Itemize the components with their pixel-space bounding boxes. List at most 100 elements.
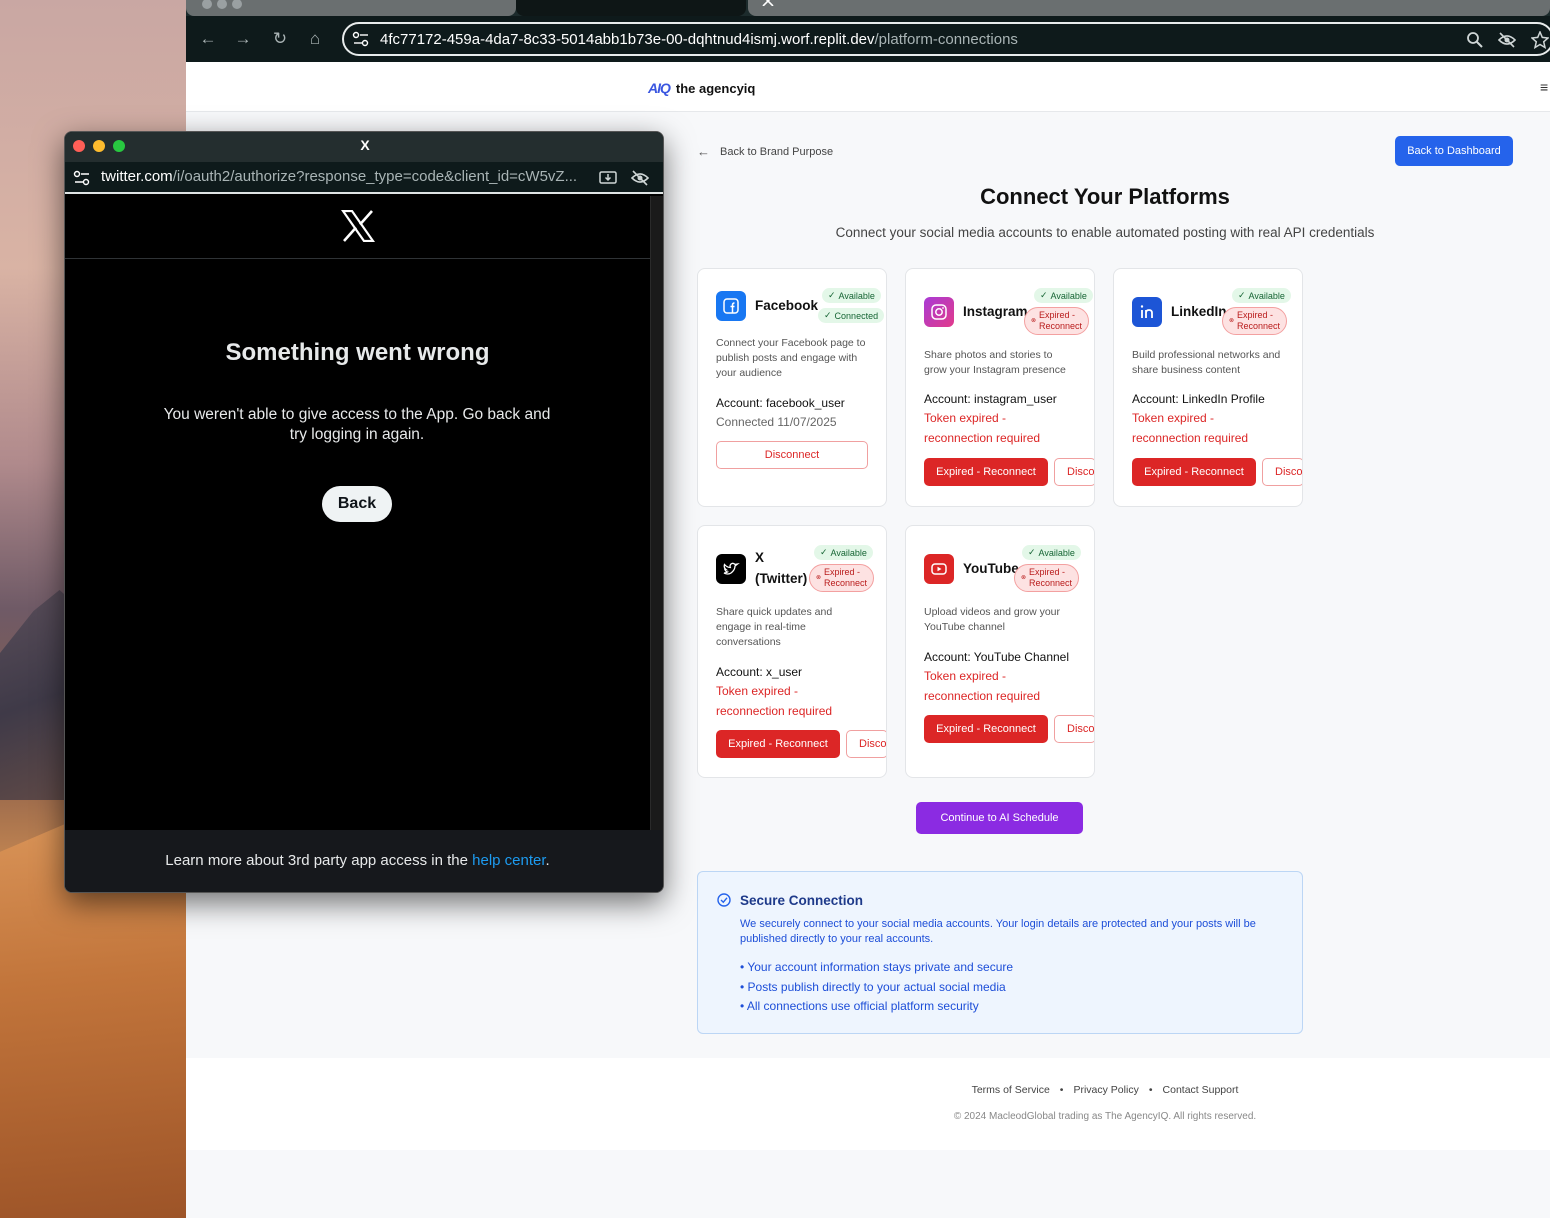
terms-link[interactable]: Terms of Service — [972, 1084, 1050, 1096]
youtube-icon — [924, 554, 954, 584]
site-settings-icon[interactable] — [352, 31, 370, 47]
secure-points-list: Your account information stays private a… — [740, 958, 1013, 1017]
back-to-dashboard-button[interactable]: Back to Dashboard — [1395, 136, 1513, 166]
continue-to-ai-schedule-button[interactable]: Continue to AI Schedule — [916, 802, 1083, 834]
page-bottom — [186, 1150, 1550, 1218]
expired-badge[interactable]: ⊗ Expired - Reconnect — [1222, 307, 1288, 335]
platform-name: Instagram — [963, 304, 1028, 319]
help-center-link[interactable]: help center — [472, 852, 545, 869]
platform-description: Share photos and stories to grow your In… — [924, 349, 1066, 376]
secure-connection-panel: Secure Connection We securely connect to… — [697, 871, 1303, 1034]
window-controls — [202, 0, 248, 9]
available-badge: ✓ Available — [814, 545, 873, 560]
facebook-icon — [716, 291, 746, 321]
forward-nav-icon[interactable]: → — [232, 28, 254, 50]
reload-icon[interactable]: ↻ — [269, 28, 291, 50]
tab-bar — [186, 0, 1550, 16]
platform-name: YouTube — [963, 561, 1019, 576]
platform-name: X (Twitter) — [755, 550, 808, 586]
footer-links: Terms of Service • Privacy Policy • Contact … — [186, 1084, 1550, 1096]
platform-card-instagram: Instagram ✓ Available ⊗ Expired - Reconnect… — [905, 268, 1095, 507]
account-label: Account: facebook_user — [716, 396, 845, 410]
check-circle-icon: ✓ — [824, 310, 832, 320]
zoom-icon[interactable] — [1466, 31, 1484, 49]
error-message: You weren't able to give access to the A… — [163, 406, 551, 443]
browser-tab-active[interactable] — [516, 0, 746, 16]
twitter-bird-icon — [716, 554, 746, 584]
disconnect-button[interactable]: Disco — [846, 730, 886, 758]
x-logo-icon — [762, 0, 774, 6]
expired-badge[interactable]: ⊗ Expired - Reconnect — [1024, 307, 1090, 335]
platform-card-youtube: YouTube ✓ Available ⊗ Expired - Reconnect U… — [905, 525, 1095, 778]
list-item: Posts publish directly to your actual so… — [740, 978, 1013, 998]
contact-link[interactable]: Contact Support — [1163, 1084, 1239, 1096]
list-item: All connections use official platform se… — [740, 997, 1013, 1017]
separator: • — [1059, 1084, 1064, 1096]
back-link-label: Back to Brand Purpose — [720, 145, 834, 158]
disconnect-button[interactable]: Disconnect — [716, 441, 868, 469]
x-logo-icon — [341, 210, 375, 242]
expired-badge[interactable]: ⊗ Expired - Reconnect — [1014, 564, 1080, 592]
secure-title: Secure Connection — [740, 893, 864, 908]
secure-description: We securely connect to your social media… — [740, 918, 1256, 945]
install-app-icon[interactable] — [599, 169, 617, 187]
check-circle-icon: ✓ — [1238, 290, 1246, 300]
platform-name: LinkedIn — [1171, 304, 1227, 319]
popup-titlebar: X — [65, 132, 663, 162]
check-circle-icon: ✓ — [828, 290, 836, 300]
logo-mark: AIQ — [648, 80, 671, 96]
available-badge: ✓ Available — [1232, 288, 1291, 303]
separator: • — [1148, 1084, 1153, 1096]
back-to-brand-purpose-link[interactable]: ← Back to Brand Purpose — [697, 144, 833, 159]
account-label: Account: YouTube Channel — [924, 650, 1070, 664]
alert-circle-icon: ⊗ — [1031, 317, 1037, 324]
alert-circle-icon: ⊗ — [1021, 574, 1027, 581]
check-circle-icon — [717, 893, 731, 907]
available-badge: ✓ Available — [1034, 288, 1093, 303]
bookmark-star-icon[interactable] — [1531, 31, 1549, 49]
address-bar[interactable]: 4fc77172-459a-4da7-8c33-5014abb1b73e-00-… — [342, 22, 1550, 56]
back-button[interactable]: Back — [322, 486, 392, 522]
popup-footer-text: Learn more about 3rd party app access in… — [165, 852, 550, 869]
platform-description: Build professional networks and share bu… — [1132, 349, 1281, 376]
reconnect-button[interactable]: Expired - Reconnect — [1132, 458, 1256, 486]
platform-description: Share quick updates and engage in real-t… — [716, 606, 833, 648]
disconnect-button[interactable]: Disco — [1054, 715, 1094, 743]
site-settings-icon[interactable] — [73, 170, 91, 186]
available-badge: ✓ Available — [1022, 545, 1081, 560]
browser-tab-3[interactable] — [748, 0, 1550, 16]
popup-scrollbar[interactable] — [650, 196, 663, 830]
alert-circle-icon: ⊗ — [1229, 317, 1235, 324]
check-circle-icon: ✓ — [820, 547, 828, 557]
available-badge: ✓ Available — [822, 288, 881, 303]
arrow-left-icon: ← — [697, 144, 710, 159]
platform-description: Connect your Facebook page to publish po… — [716, 337, 866, 379]
connection-status: Token expired - reconnection required — [716, 684, 833, 718]
eye-off-icon[interactable] — [631, 169, 649, 187]
linkedin-icon — [1132, 297, 1162, 327]
home-icon[interactable]: ⌂ — [304, 28, 326, 50]
eye-off-icon[interactable] — [1498, 31, 1516, 49]
disconnect-button[interactable]: Disco — [1054, 458, 1094, 486]
disconnect-button[interactable]: Disco — [1262, 458, 1302, 486]
list-item: Your account information stays private a… — [740, 958, 1013, 978]
agencyiq-logo[interactable]: AIQ the agencyiq — [648, 79, 755, 97]
x-header — [65, 196, 650, 259]
hamburger-menu-icon[interactable]: ≡ — [1540, 80, 1550, 94]
page-footer: Terms of Service • Privacy Policy • Contact … — [186, 1058, 1550, 1150]
popup-url[interactable]: twitter.com/i/oauth2/authorize?response_… — [101, 168, 585, 185]
back-nav-icon[interactable]: ← — [197, 28, 219, 50]
popup-address-bar[interactable]: twitter.com/i/oauth2/authorize?response_… — [65, 162, 663, 194]
reconnect-button[interactable]: Expired - Reconnect — [924, 715, 1048, 743]
browser-tab-1[interactable] — [186, 0, 516, 16]
reconnect-button[interactable]: Expired - Reconnect — [924, 458, 1048, 486]
oauth-popup-window: X twitter.com/i/oauth2/authorize?respons… — [64, 131, 664, 893]
expired-badge[interactable]: ⊗ Expired - Reconnect — [809, 564, 875, 592]
popup-footer: Learn more about 3rd party app access in… — [65, 830, 663, 892]
instagram-icon — [924, 297, 954, 327]
privacy-link[interactable]: Privacy Policy — [1073, 1084, 1138, 1096]
app-header: AIQ the agencyiq ≡ — [186, 62, 1550, 112]
reconnect-button[interactable]: Expired - Reconnect — [716, 730, 840, 758]
browser-toolbar: ← → ↻ ⌂ 4fc77172-459a-4da7-8c33-5014abb1… — [186, 16, 1550, 62]
address-url[interactable]: 4fc77172-459a-4da7-8c33-5014abb1b73e-00-… — [380, 31, 1018, 48]
